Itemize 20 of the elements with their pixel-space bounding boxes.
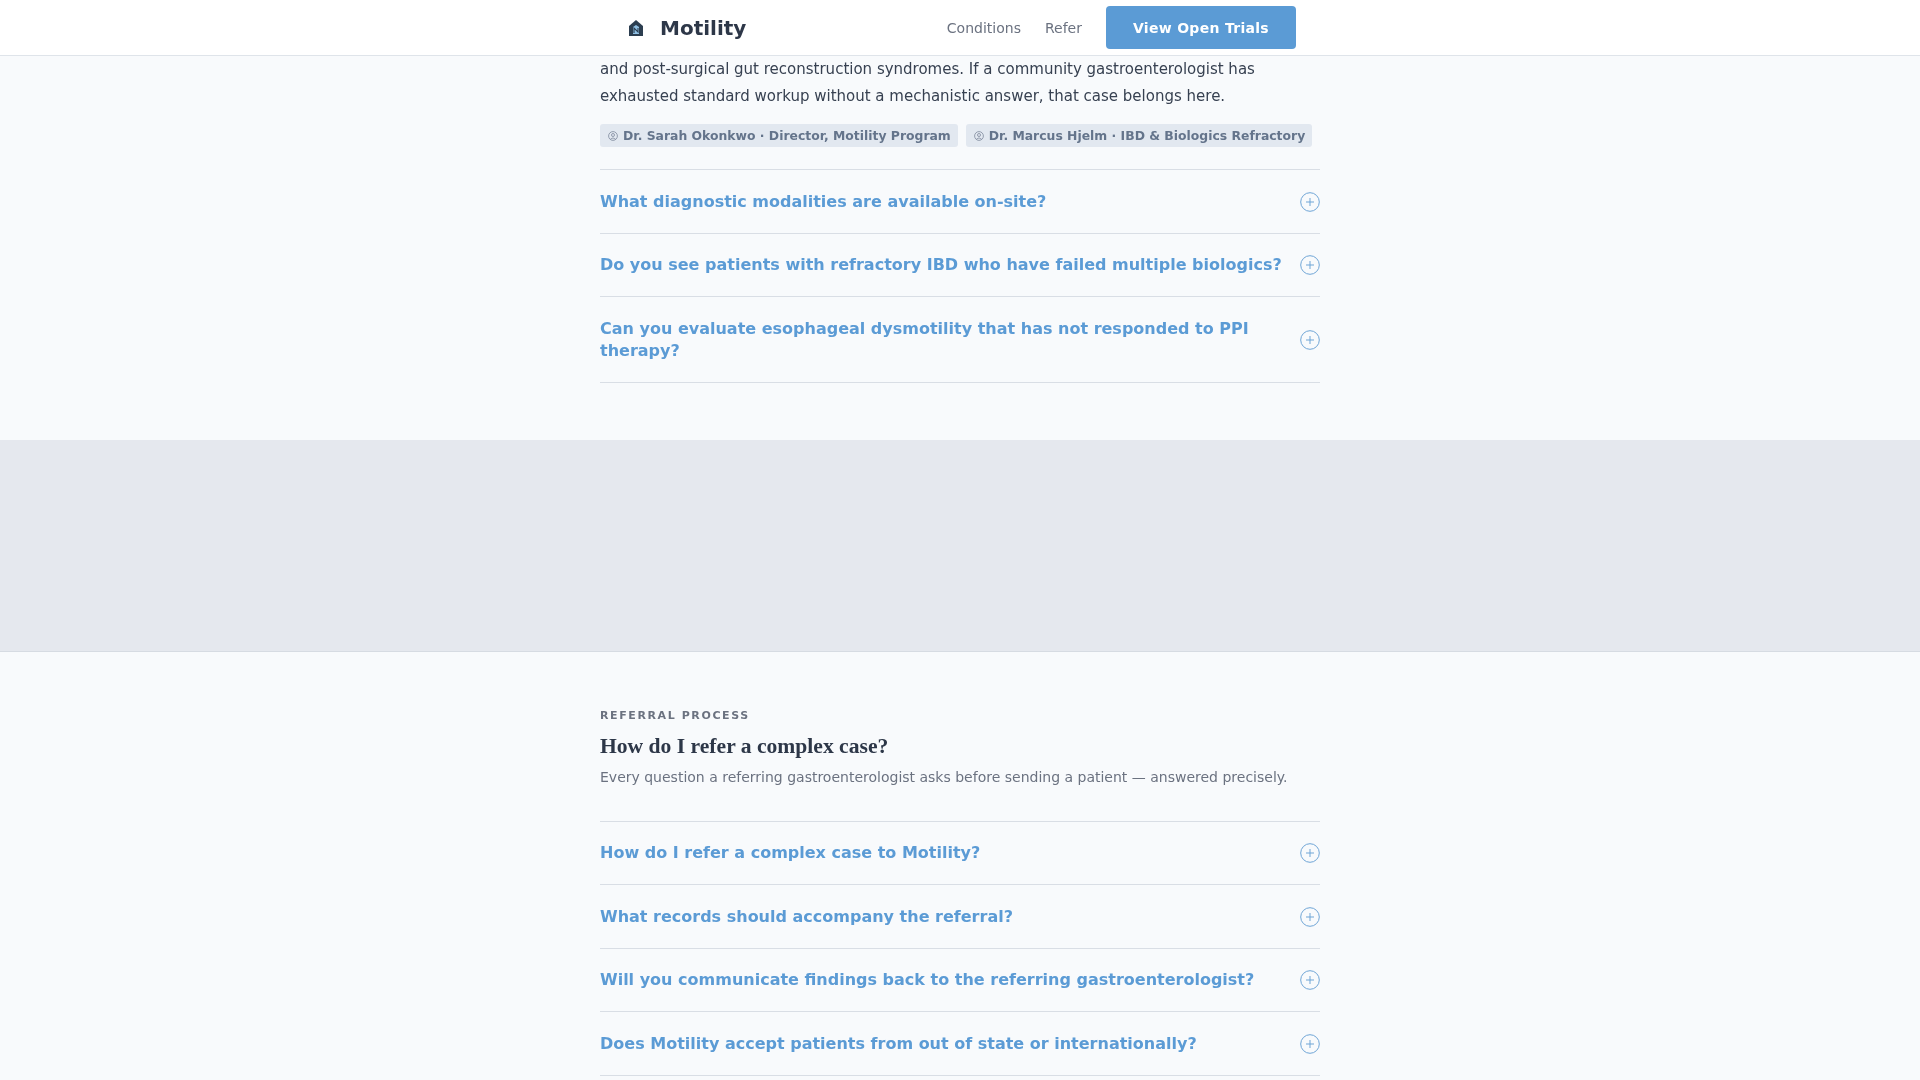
faq-question[interactable]: How do I refer a complex case to Motility? (600, 821, 1320, 885)
faq-question[interactable]: What records should accompany the referral? (600, 885, 1320, 949)
faq-question[interactable]: Will you communicate findings back to the referring gastroenterologist? (600, 948, 1320, 1012)
nav-link[interactable]: Refer (1044, 19, 1082, 36)
section-subtitle: Every question a referring gastroenterologist asks before sending a patient — answered precisely. (600, 767, 1289, 787)
brand-name[interactable]: Motility (660, 15, 747, 40)
doctor-name: Dr. Marcus Hjelm · IBD & Biologics Refractory (988, 128, 1306, 143)
nav-link[interactable]: Conditions (946, 19, 1021, 36)
person-icon (973, 130, 984, 141)
house-logo-icon[interactable] (629, 19, 643, 36)
faq-question[interactable]: Can you evaluate esophageal dysmotility that has not responded to PPI therapy? (600, 297, 1320, 383)
view-trials-button[interactable]: View Open Trials (1105, 6, 1296, 49)
doctor-name: Dr. Sarah Okonkwo · Director, Motility Program (623, 128, 951, 143)
intro-paragraph: and post-surgical gut reconstruction syndromes. If a community gastroenterologist has exhausted standard workup without a mechanistic answer, that case belongs here. (600, 59, 1256, 107)
section-title: How do I refer a complex case? (600, 732, 890, 759)
section-eyebrow: REFERRAL PROCESS (600, 707, 751, 724)
faq-question[interactable]: Does Motility accept patients from out of state or internationally? (600, 1012, 1320, 1076)
faq-question[interactable]: What diagnostic modalities are available on-site? (600, 170, 1320, 234)
person-icon (608, 130, 618, 141)
faq-question[interactable]: Do you see patients with refractory IBD who have failed multiple biologics? (600, 233, 1320, 297)
